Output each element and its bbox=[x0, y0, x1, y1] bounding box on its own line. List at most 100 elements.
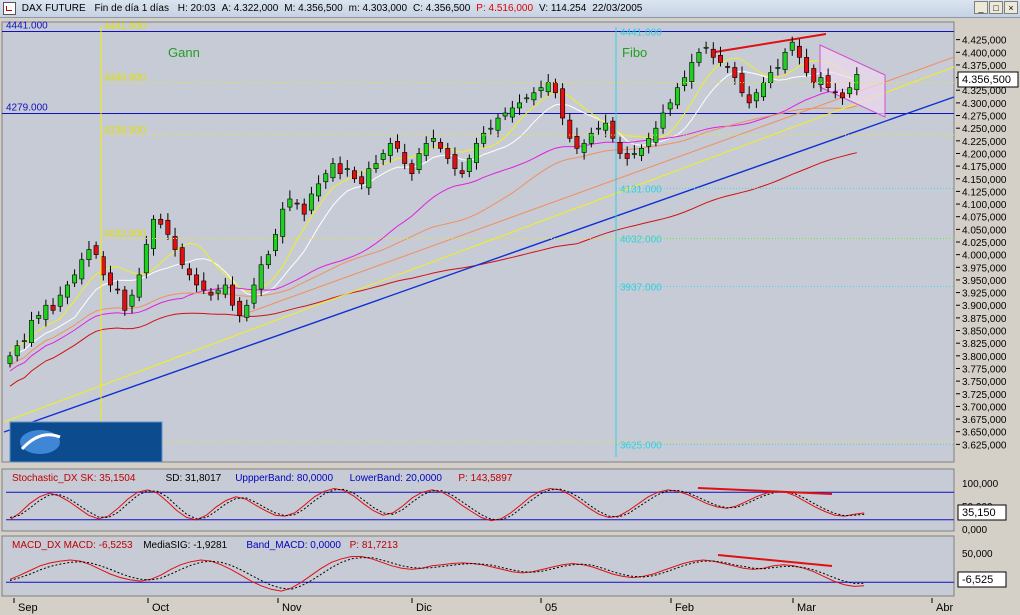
candle-body-98 bbox=[710, 48, 716, 58]
macd-tick-label-0: 50,000 bbox=[962, 549, 993, 560]
price-tick-label-24: 3.825,000 bbox=[962, 339, 1007, 350]
candle-body-91 bbox=[660, 112, 666, 129]
candle-body-111 bbox=[804, 57, 810, 73]
candle-body-95 bbox=[689, 62, 695, 82]
stochastic-legend-1: SD: 31,8017 bbox=[166, 473, 222, 484]
candle-body-113 bbox=[818, 77, 824, 85]
price-tick-label-8: 4.225,000 bbox=[962, 137, 1007, 148]
candle-body-53 bbox=[387, 143, 393, 156]
fibo-level-label-1: 4131.000 bbox=[620, 184, 662, 195]
candle-body-81 bbox=[588, 132, 594, 144]
candle-body-116 bbox=[840, 92, 845, 99]
candle-body-19 bbox=[143, 244, 149, 274]
chart-canvas[interactable]: 4441.000 4279.000 4.425,0004.400,000 4.375… bbox=[0, 17, 1020, 615]
candle-body-8 bbox=[64, 284, 70, 298]
time-label-5: Feb bbox=[675, 602, 694, 614]
candle-body-112 bbox=[811, 68, 817, 83]
macd-legend-1: MediaSIG: -1,9281 bbox=[143, 540, 227, 551]
candle-body-12 bbox=[93, 245, 99, 255]
candle-body-41 bbox=[301, 203, 307, 215]
candle-body-117 bbox=[847, 87, 853, 95]
instrument-name: DAX FUTURE bbox=[21, 3, 86, 14]
candle-body-114 bbox=[825, 75, 831, 89]
candle-body-93 bbox=[674, 87, 680, 106]
candle-body-52 bbox=[380, 153, 386, 160]
candle-body-57 bbox=[416, 153, 422, 170]
candle-body-7 bbox=[57, 294, 63, 307]
gann-level-label-1: 4340.000 bbox=[104, 73, 146, 84]
price-tick-label-30: 3.675,000 bbox=[962, 415, 1007, 426]
candle-body-14 bbox=[108, 272, 113, 286]
candle-body-39 bbox=[287, 198, 293, 208]
candle-body-87 bbox=[631, 153, 637, 155]
minimize-button[interactable]: _ bbox=[974, 1, 988, 14]
readout-field-1: A: 4.322,000 bbox=[221, 3, 279, 14]
candle-body-44 bbox=[323, 173, 329, 183]
candle-body-58 bbox=[423, 143, 429, 156]
candle-body-30 bbox=[222, 284, 228, 295]
price-tick-label-2: 4.375,000 bbox=[962, 61, 1007, 72]
price-axis-labels: 4.425,0004.400,0004.375,0004.350,0004.32… bbox=[962, 36, 1007, 452]
candle-body-2 bbox=[21, 340, 27, 342]
stochastic-legend-3: LowerBand: 20,0000 bbox=[350, 473, 443, 484]
price-panel[interactable] bbox=[1, 21, 955, 463]
price-tick-label-6: 4.275,000 bbox=[962, 112, 1007, 123]
candle-body-35 bbox=[258, 264, 264, 290]
candle-body-103 bbox=[746, 94, 752, 104]
price-tick-label-29: 3.700,000 bbox=[962, 402, 1007, 413]
readout-field-4: C: 4.356,500 bbox=[413, 3, 471, 14]
stochastic-tick-label-2: 0,000 bbox=[962, 525, 987, 536]
candle-body-67 bbox=[488, 127, 494, 130]
candle-body-15 bbox=[115, 288, 121, 291]
candle-body-75 bbox=[545, 82, 551, 93]
close-button[interactable]: × bbox=[1004, 1, 1018, 14]
stochastic-legend: Stochastic_DX SK: 35,1504 SD: 31,8017 Uppp… bbox=[12, 473, 513, 484]
candle-body-5 bbox=[43, 304, 49, 320]
candle-body-20 bbox=[151, 218, 156, 249]
gann-level-label-2: 4236.500 bbox=[104, 125, 146, 136]
chart-icon bbox=[3, 2, 16, 15]
candle-body-83 bbox=[603, 122, 609, 131]
candle-body-34 bbox=[251, 284, 257, 304]
candle-body-72 bbox=[524, 97, 530, 100]
candle-body-86 bbox=[624, 153, 630, 159]
candle-body-42 bbox=[308, 193, 314, 211]
price-tick-label-9: 4.200,000 bbox=[962, 149, 1007, 160]
maximize-button[interactable]: □ bbox=[989, 1, 1003, 14]
candle-body-69 bbox=[502, 112, 508, 117]
candle-body-65 bbox=[474, 143, 479, 163]
price-tick-label-13: 4.100,000 bbox=[962, 200, 1007, 211]
candle-body-47 bbox=[344, 168, 350, 170]
candle-body-4 bbox=[36, 315, 42, 319]
price-tick-label-11: 4.150,000 bbox=[962, 175, 1007, 186]
candle-body-36 bbox=[265, 254, 271, 266]
price-tick-label-26: 3.775,000 bbox=[962, 364, 1007, 375]
stochastic-legend-0: Stochastic_DX SK: 35,1504 bbox=[12, 473, 136, 484]
gann-level-label-3: 4032.000 bbox=[104, 228, 146, 239]
candle-body-101 bbox=[732, 67, 738, 78]
candle-body-74 bbox=[538, 87, 544, 92]
price-tick-label-17: 4.000,000 bbox=[962, 251, 1007, 262]
time-label-2: Nov bbox=[282, 602, 302, 614]
candle-body-38 bbox=[280, 208, 286, 237]
stochastic-legend-2: UppperBand: 80,0000 bbox=[235, 473, 333, 484]
candle-body-96 bbox=[696, 51, 702, 63]
window-buttons: _ □ × bbox=[974, 1, 1018, 14]
time-label-0: Sep bbox=[18, 602, 38, 614]
macd-legend-0: MACD_DX MACD: -6,5253 bbox=[12, 540, 133, 551]
candle-body-63 bbox=[459, 170, 465, 175]
macd-value-label: -6,525 bbox=[962, 574, 993, 586]
candle-body-31 bbox=[230, 284, 235, 306]
stochastic-legend-4: P: 143,5897 bbox=[458, 473, 512, 484]
candle-body-88 bbox=[639, 148, 644, 156]
fibo-label: Fibo bbox=[622, 45, 647, 60]
candle-body-17 bbox=[129, 294, 135, 307]
candle-body-48 bbox=[352, 170, 357, 180]
ohlc-readout: H: 20:03 A: 4.322,000 M: 4.356,500 m: 4.303… bbox=[178, 3, 649, 14]
readout-field-0: H: 20:03 bbox=[177, 3, 216, 14]
candle-body-46 bbox=[337, 163, 343, 175]
candle-body-92 bbox=[667, 102, 673, 110]
price-tick-label-23: 3.850,000 bbox=[962, 327, 1007, 338]
candle-body-89 bbox=[646, 137, 652, 147]
candle-body-3 bbox=[29, 320, 34, 343]
